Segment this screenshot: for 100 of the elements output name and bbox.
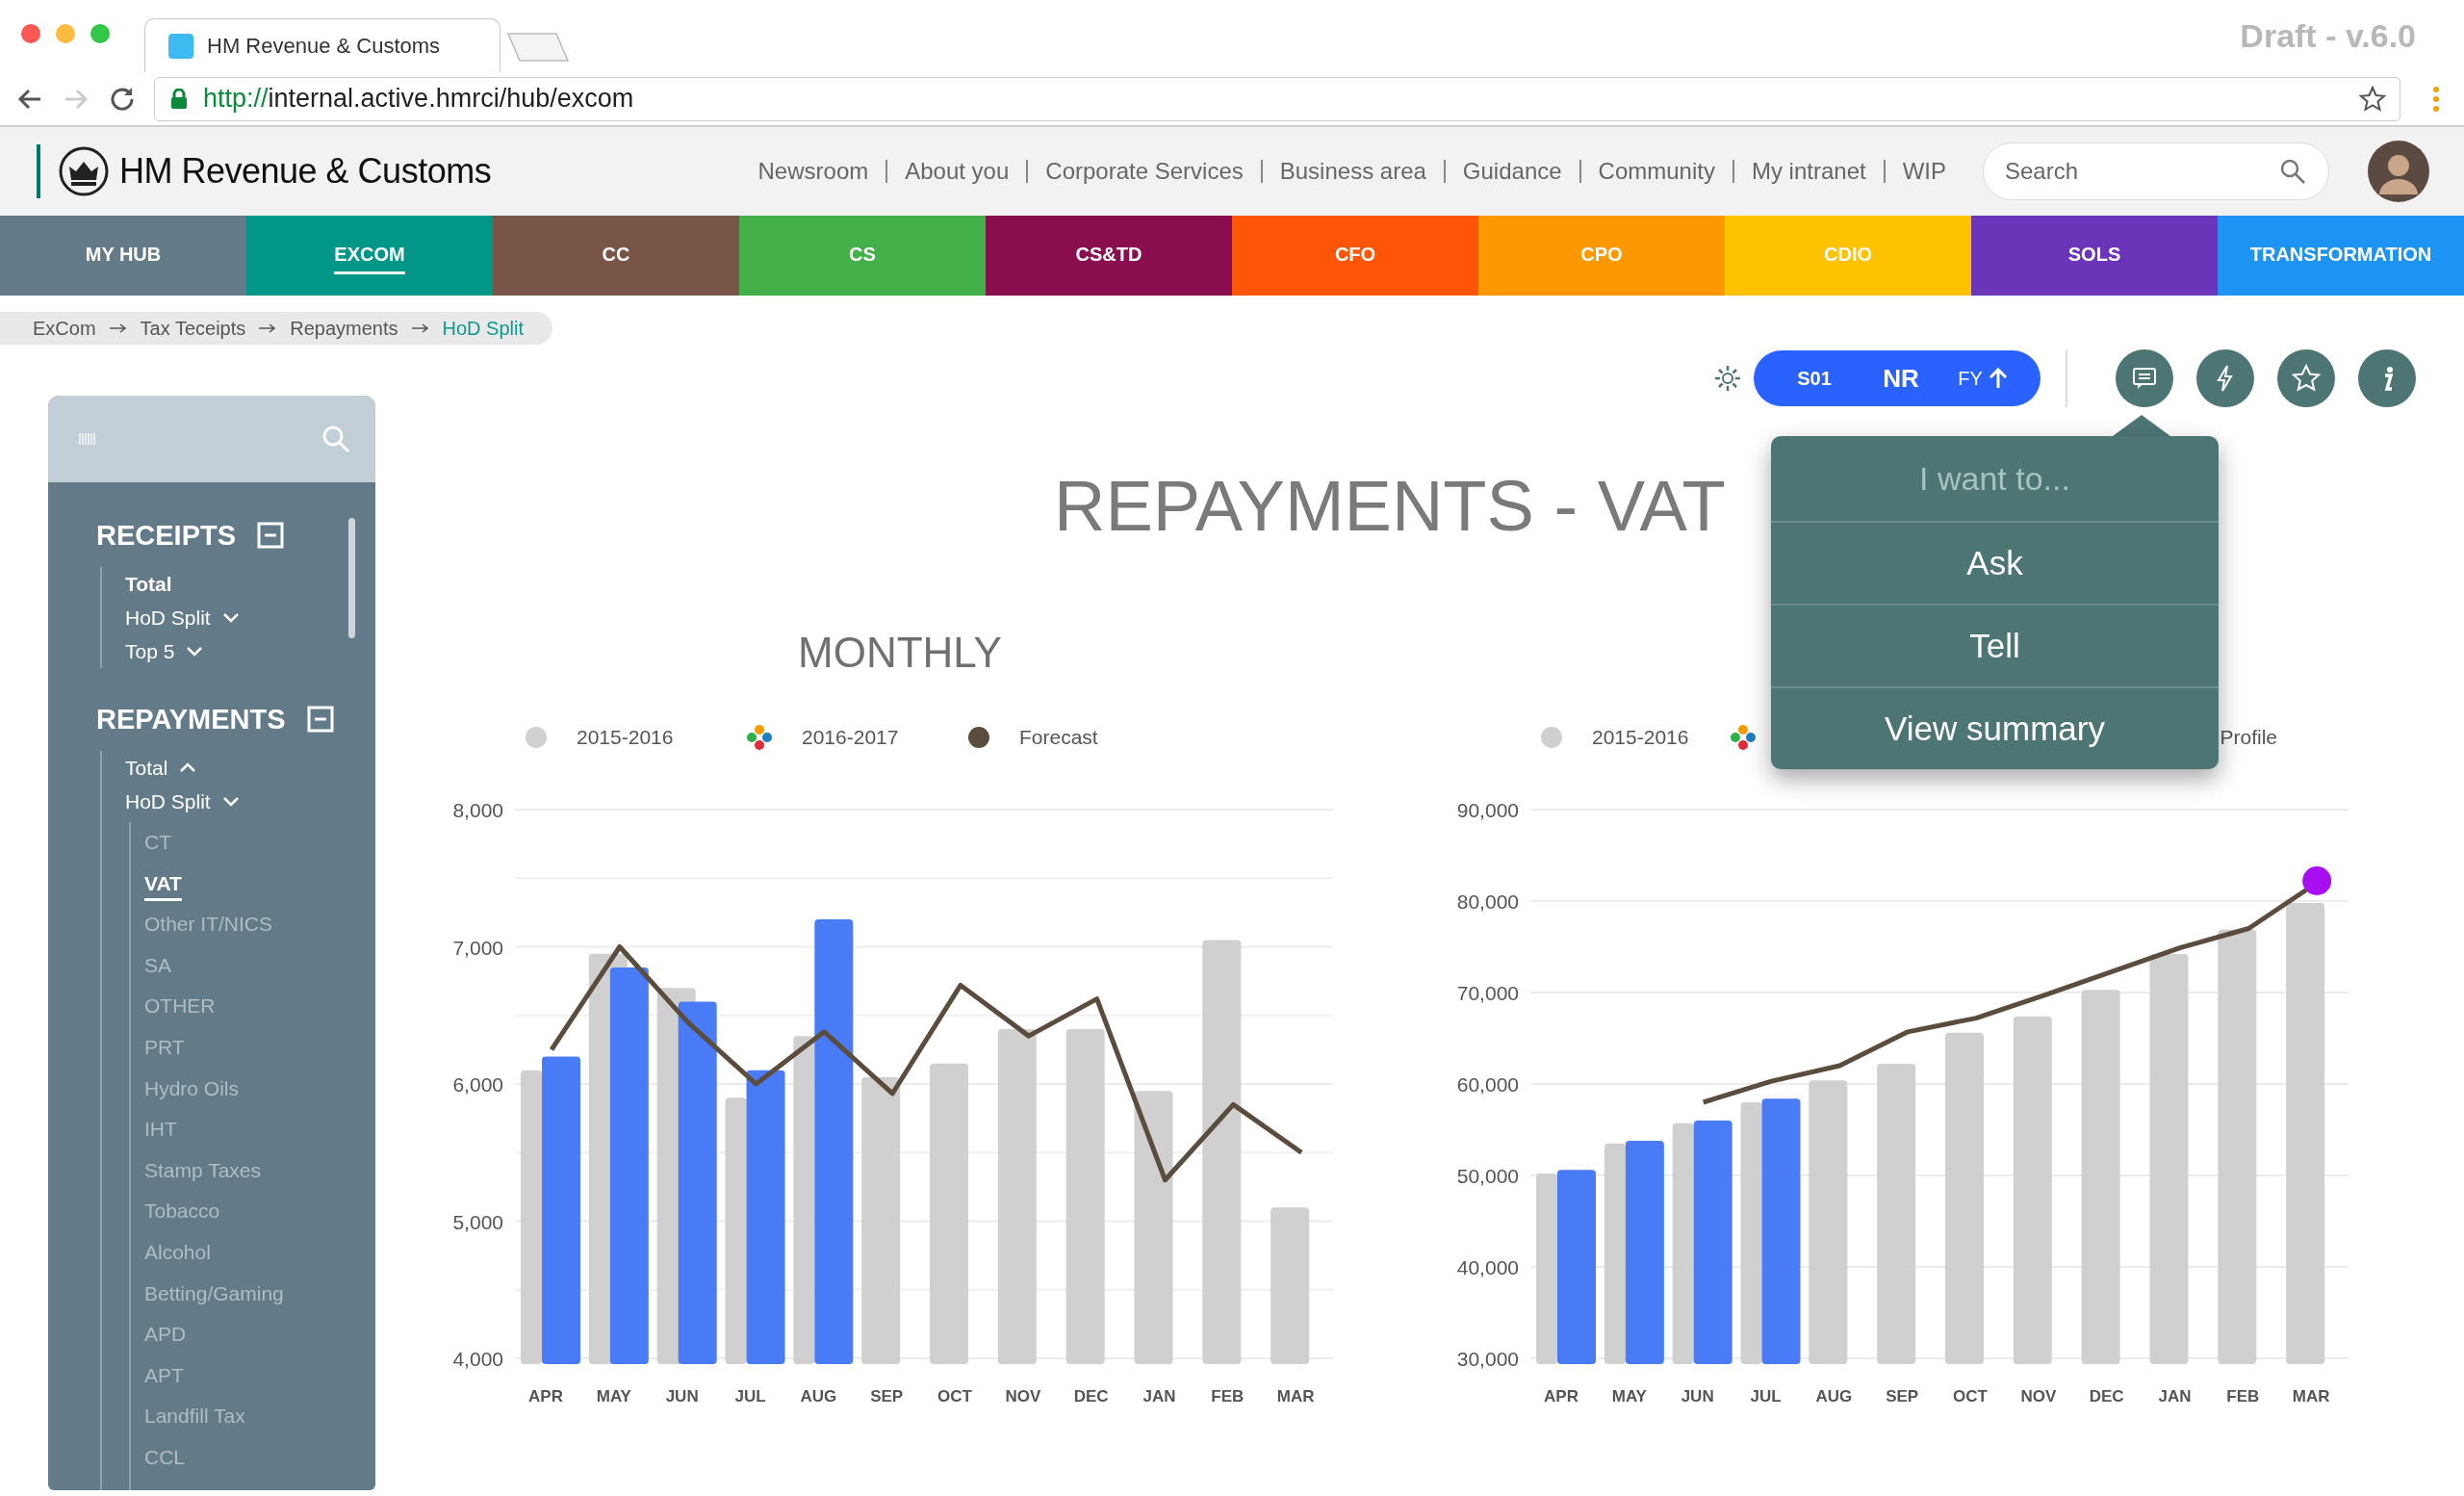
version-label: Draft - v.6.0 (2240, 17, 2416, 55)
axis-label: DEC (1073, 1387, 1109, 1406)
toggle-button[interactable]: FY (1944, 350, 2021, 406)
chart-title: MONTHLY (797, 628, 1002, 678)
arrow-icon (411, 323, 429, 333)
sidebar-subitem[interactable]: CCL (144, 1436, 185, 1479)
nav-tab[interactable]: CC (493, 216, 739, 296)
avatar[interactable] (2368, 141, 2429, 202)
nav-link[interactable]: My intranet (1732, 160, 1884, 183)
star-button[interactable] (2277, 349, 2335, 407)
axis-label: DEC (2089, 1387, 2124, 1406)
brand-name[interactable]: HM Revenue & Customs (119, 151, 492, 192)
axis-label: MAY (1611, 1387, 1647, 1406)
marker[interactable] (2302, 866, 2332, 895)
menu-item[interactable]: Tell (1771, 604, 2219, 686)
crown-icon (58, 145, 110, 197)
chevron-up-icon[interactable] (179, 762, 197, 773)
nav-tab[interactable]: CS (739, 216, 986, 296)
section-title[interactable]: RECEIPTS (96, 519, 237, 552)
axis-label: MAY (596, 1387, 631, 1406)
axis-label: JAN (1142, 1387, 1176, 1406)
nav-link[interactable]: Newsroom (740, 160, 886, 183)
arrow-icon (109, 323, 127, 333)
info-button[interactable] (2358, 349, 2416, 407)
sidebar-subitem[interactable]: OTHER (144, 986, 216, 1027)
sidebar-subitem[interactable]: IHT (144, 1109, 177, 1150)
axis-label: 60,000 (1456, 1073, 1519, 1096)
nav-tab[interactable]: EXCOM (246, 216, 493, 296)
chevron-down-icon[interactable] (221, 796, 240, 807)
nav-tab[interactable]: CS&TD (986, 216, 1232, 296)
nav-link[interactable]: Business area (1260, 160, 1444, 183)
sidebar-subitem[interactable]: SA (144, 944, 171, 987)
collapse-icon[interactable] (306, 706, 334, 733)
sidebar-item[interactable]: Total (125, 572, 172, 596)
settings-icon[interactable] (1713, 364, 1742, 393)
breadcrumb-link[interactable]: HoD Split (442, 317, 525, 340)
breadcrumb-link[interactable]: Tax Teceipts (140, 317, 246, 340)
toggle-button[interactable]: S01 (1771, 350, 1858, 406)
sidebar-subitem[interactable]: PRT (144, 1026, 185, 1069)
logo-bar (37, 144, 40, 198)
search-field[interactable]: Search (1983, 142, 2329, 200)
browser-tab[interactable]: HM Revenue & Customs (144, 18, 500, 72)
breadcrumb-link[interactable]: ExCom (33, 317, 96, 340)
legend-dots-icon (746, 724, 773, 751)
legend-label: Forecast (1019, 726, 1098, 749)
nav-link[interactable]: Guidance (1443, 160, 1579, 183)
axis-label: SEP (1886, 1387, 1919, 1406)
nav-tab[interactable]: MY HUB (0, 216, 246, 296)
address-field[interactable]: http://internal.active.hmrci/hub/excom (154, 76, 2400, 121)
axis-label: AUG (800, 1387, 837, 1406)
menu-item[interactable]: View summary (1771, 686, 2219, 769)
axis-label: JUN (665, 1387, 699, 1406)
breadcrumb-link[interactable]: Repayments (290, 317, 398, 340)
nav-link[interactable]: About you (886, 160, 1027, 183)
nav-tab[interactable]: CFO (1232, 216, 1478, 296)
sidebar-item[interactable]: Top 5 (125, 639, 175, 663)
axis-label: 6,000 (452, 1073, 503, 1096)
legend-label: 2015-2016 (1592, 726, 1689, 749)
nav-link[interactable]: Corporate Services (1026, 160, 1261, 183)
menu-icon[interactable] (2431, 84, 2441, 114)
sidebar-subitem[interactable]: Tobacco (144, 1191, 220, 1232)
collapse-icon[interactable] (257, 522, 285, 549)
sidebar-subitem[interactable]: Other IT/NICS (144, 904, 273, 945)
axis-label: OCT (937, 1387, 972, 1406)
axis-label: APR (528, 1387, 563, 1406)
axis-label: 30,000 (1456, 1348, 1519, 1370)
menu-item[interactable]: Ask (1771, 523, 2219, 604)
scrollbar[interactable] (348, 518, 355, 638)
nav-link[interactable]: Community (1578, 160, 1732, 183)
sidebar-subitem[interactable]: Hydro Oils (144, 1068, 240, 1110)
sidebar-subitem[interactable]: Alcohol (144, 1231, 211, 1274)
axis-label: AUG (1815, 1387, 1853, 1406)
search-icon[interactable] (321, 425, 350, 453)
sidebar-subitem[interactable]: APD (144, 1314, 187, 1355)
nav-link[interactable]: WIP (1883, 160, 1964, 183)
sidebar-item[interactable]: HoD Split (125, 789, 211, 813)
new-tab-button[interactable] (506, 32, 570, 63)
star-icon[interactable] (2359, 85, 2386, 113)
sidebar-item[interactable]: Total (125, 756, 168, 780)
sidebar-subitem[interactable]: VAT (144, 863, 182, 905)
sidebar-item[interactable]: HoD Split (125, 606, 211, 630)
chevron-down-icon[interactable] (221, 612, 240, 623)
nav-tab[interactable]: SOLS (1971, 216, 2218, 296)
sidebar-subitem[interactable]: Stamp Taxes (144, 1149, 261, 1192)
axis-label: APR (1544, 1387, 1578, 1406)
bar[interactable] (1134, 1091, 1173, 1364)
sidebar-subitem[interactable]: CT (144, 822, 171, 864)
axis-label: SEP (870, 1387, 904, 1406)
chat-button[interactable] (2116, 349, 2173, 407)
bolt-button[interactable] (2196, 349, 2254, 407)
sidebar-subitem[interactable]: APT (144, 1354, 184, 1397)
nav-tab[interactable]: TRANSFORMATION (2218, 216, 2464, 296)
chevron-down-icon[interactable] (186, 646, 204, 657)
axis-label: 4,000 (452, 1348, 503, 1370)
lock-icon (170, 88, 188, 110)
sidebar-subitem[interactable]: Landfill Tax (144, 1396, 245, 1437)
sidebar-subitem[interactable]: Betting/Gaming (144, 1273, 284, 1315)
axis-label: JUN (1681, 1387, 1714, 1406)
toggle-button[interactable]: NR (1858, 350, 1944, 406)
section-title[interactable]: REPAYMENTS (96, 703, 286, 735)
